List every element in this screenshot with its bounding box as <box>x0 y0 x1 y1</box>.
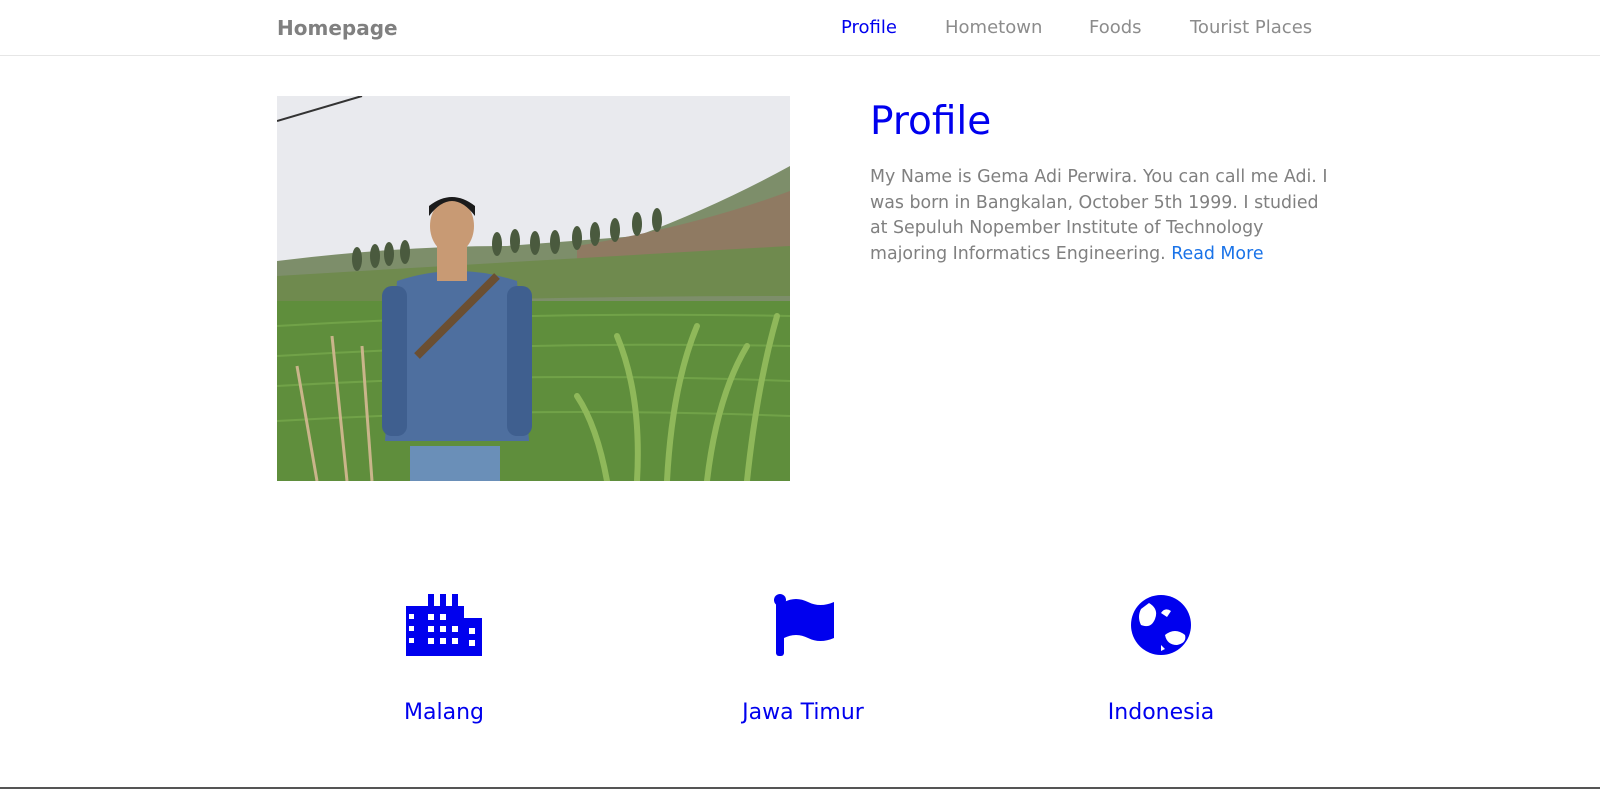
read-more-link[interactable]: Read More <box>1171 244 1263 264</box>
feature-label-jawa-timur: Jawa Timur <box>742 700 864 725</box>
feature-label-malang: Malang <box>404 700 484 725</box>
globe-icon <box>1131 595 1191 655</box>
nav-link-hometown[interactable]: Hometown <box>945 17 1042 38</box>
brand-link[interactable]: Homepage <box>277 16 398 40</box>
profile-description: My Name is Gema Adi Perwira. You can cal… <box>870 165 1340 267</box>
flag-icon <box>774 594 834 656</box>
nav-link-foods[interactable]: Foods <box>1089 17 1142 38</box>
profile-photo <box>277 96 790 481</box>
nav-link-tourist-places[interactable]: Tourist Places <box>1190 17 1312 38</box>
nav-link-profile[interactable]: Profile <box>841 17 897 38</box>
profile-title: Profile <box>870 99 992 144</box>
city-icon <box>406 594 482 656</box>
feature-label-indonesia: Indonesia <box>1107 700 1215 725</box>
navbar: Homepage Profile Hometown Foods Tourist … <box>0 0 1600 56</box>
